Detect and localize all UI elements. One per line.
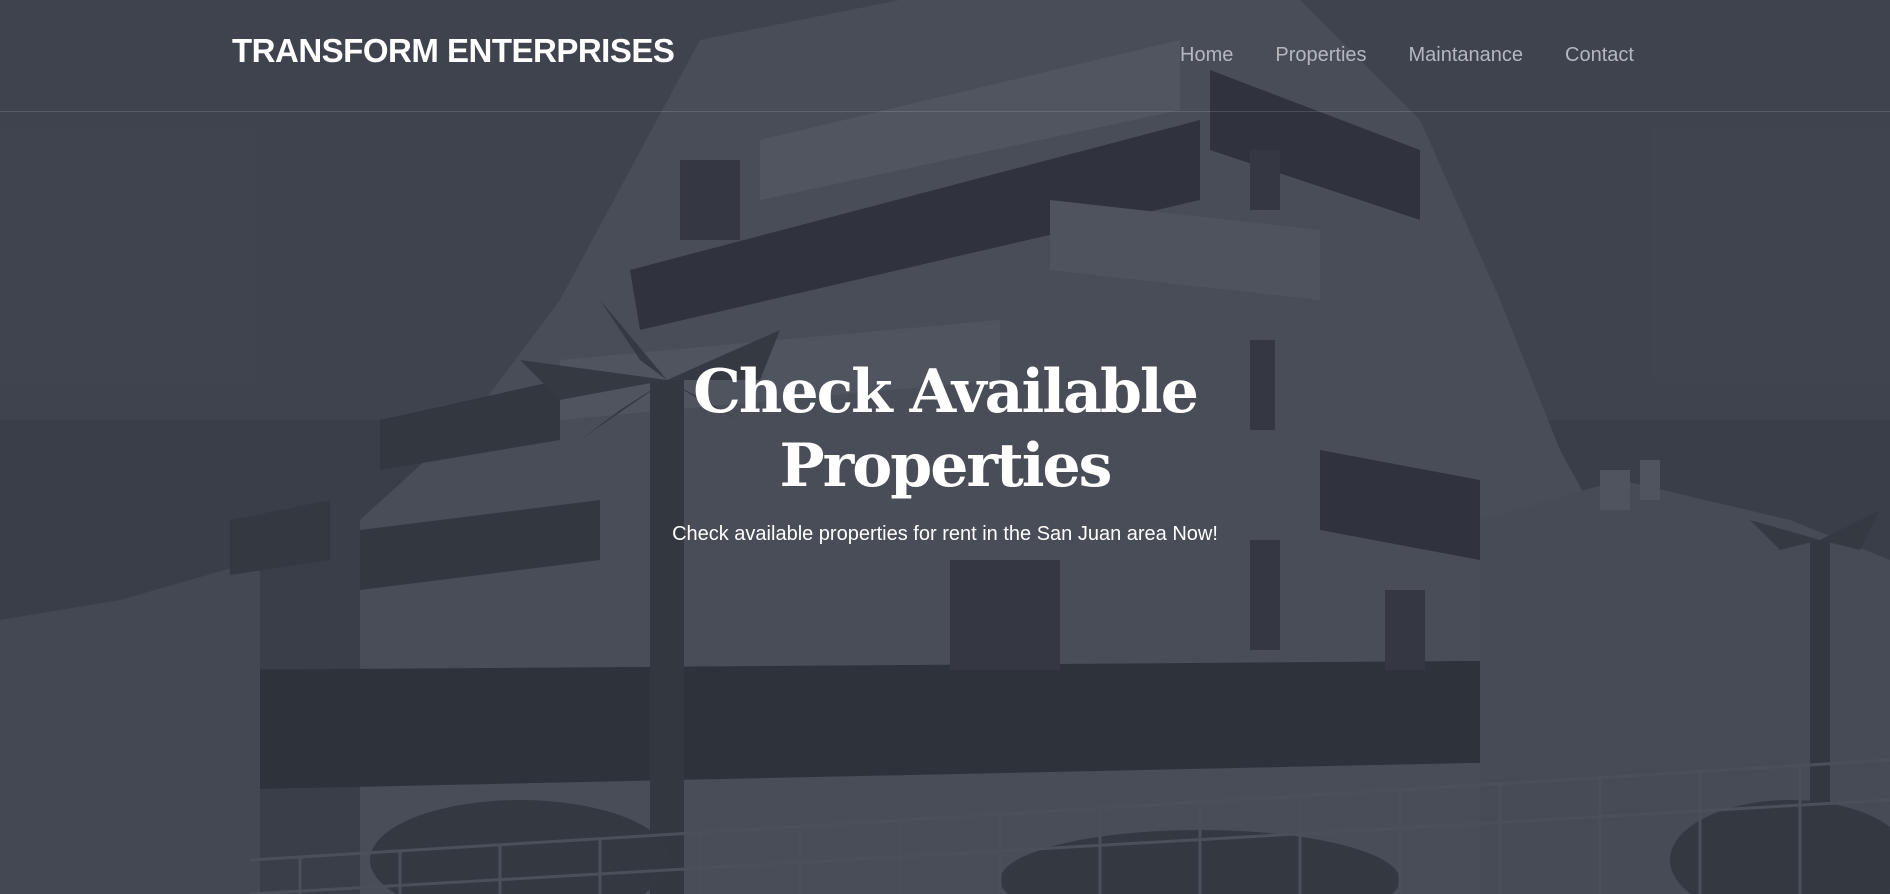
brand-logo-text[interactable]: TRANSFORM ENTERPRISES xyxy=(232,32,675,70)
hero-title-line-2: Properties xyxy=(779,431,1113,501)
main-nav: Home Properties Maintanance Contact xyxy=(1180,44,1634,67)
nav-link-maintanance[interactable]: Maintanance xyxy=(1409,44,1524,67)
hero-title-line-1: Check Available xyxy=(693,357,1199,427)
hero-subtitle: Check available properties for rent in t… xyxy=(672,523,1218,545)
landing-page: TRANSFORM ENTERPRISES Home Properties Ma… xyxy=(0,0,1890,894)
nav-link-properties[interactable]: Properties xyxy=(1275,44,1366,67)
top-navbar: TRANSFORM ENTERPRISES Home Properties Ma… xyxy=(0,0,1890,112)
hero-section: Check Available Properties Check availab… xyxy=(545,355,1345,546)
nav-link-contact[interactable]: Contact xyxy=(1565,44,1634,67)
nav-link-home[interactable]: Home xyxy=(1180,44,1233,67)
hero-title: Check Available Properties xyxy=(545,355,1345,503)
